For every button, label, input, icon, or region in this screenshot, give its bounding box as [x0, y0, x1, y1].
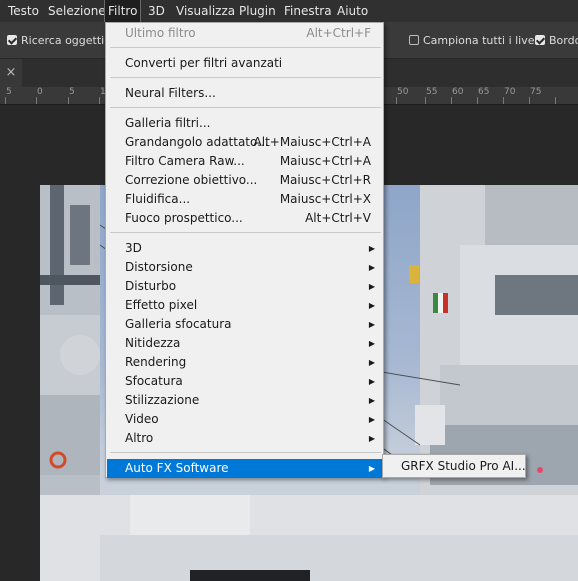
menu-item-noise[interactable]: Disturbo ▶ — [107, 277, 382, 296]
menu-aiuto[interactable]: Aiuto — [337, 0, 368, 22]
sample-objects-checkbox[interactable] — [7, 35, 17, 45]
ruler-tick: 65 — [478, 87, 490, 97]
menu-item-shortcut: Maiusc+Ctrl+X — [279, 192, 371, 206]
chevron-right-icon: ▶ — [368, 415, 375, 424]
sample-all-layers-label: Campiona tutti i livelli — [423, 34, 544, 47]
menu-item-blur[interactable]: Sfocatura ▶ — [107, 372, 382, 391]
submenu-item-grfx-studio[interactable]: GRFX Studio Pro AI... — [401, 455, 526, 477]
menu-item-camera-raw[interactable]: Filtro Camera Raw... Maiusc+Ctrl+A — [107, 152, 382, 171]
menu-item-label: Converti per filtri avanzati — [125, 56, 283, 70]
ruler-tick: 60 — [452, 87, 464, 97]
menu-item-convert-smart-filters[interactable]: Converti per filtri avanzati — [107, 54, 382, 73]
menu-item-last-filter[interactable]: Ultimo filtro Alt+Ctrl+F — [107, 24, 382, 43]
menu-item-label: Galleria filtri... — [125, 116, 211, 130]
menu-finestra[interactable]: Finestra — [284, 0, 332, 22]
menu-item-other[interactable]: Altro ▶ — [107, 429, 382, 448]
ruler-tick: 75 — [530, 87, 542, 97]
menu-item-blur-gallery[interactable]: Galleria sfocatura ▶ — [107, 315, 382, 334]
menu-item-lens-correction[interactable]: Correzione obiettivo... Maiusc+Ctrl+R — [107, 171, 382, 190]
menu-item-adaptive-wide-angle[interactable]: Grandangolo adattato... Alt+Maiusc+Ctrl+… — [107, 133, 382, 152]
ruler-tick: 55 — [426, 87, 438, 97]
menu-item-label: Disturbo — [125, 279, 177, 293]
filter-menu: Ultimo filtro Alt+Ctrl+F Converti per fi… — [105, 22, 384, 478]
menu-item-label: Correzione obiettivo... — [125, 173, 258, 187]
chevron-right-icon: ▶ — [368, 396, 375, 405]
chevron-right-icon: ▶ — [368, 434, 375, 443]
menu-item-label: Grandangolo adattato... — [125, 135, 269, 149]
menu-item-shortcut: Maiusc+Ctrl+R — [279, 173, 371, 187]
menu-item-shortcut: Alt+Ctrl+F — [306, 26, 371, 40]
menu-item-shortcut: Alt+Maiusc+Ctrl+A — [253, 135, 371, 149]
menu-filtro[interactable]: Filtro — [103, 0, 142, 23]
menu-item-sharpen[interactable]: Nitidezza ▶ — [107, 334, 382, 353]
menu-3d[interactable]: 3D — [148, 0, 165, 22]
chevron-right-icon: ▶ — [368, 339, 375, 348]
menu-item-shortcut: Maiusc+Ctrl+A — [279, 154, 371, 168]
border-label: Bordo — [549, 34, 578, 47]
menu-selezione[interactable]: Selezione — [48, 0, 106, 22]
chevron-right-icon: ▶ — [368, 358, 375, 367]
menu-item-3d[interactable]: 3D ▶ — [107, 239, 382, 258]
menu-item-shortcut: Alt+Ctrl+V — [305, 211, 371, 225]
menu-item-label: 3D — [125, 241, 142, 255]
chevron-right-icon: ▶ — [368, 464, 375, 473]
border-checkbox[interactable] — [535, 35, 545, 45]
sample-objects-label: Ricerca oggetti — [21, 34, 105, 47]
menu-item-distort[interactable]: Distorsione ▶ — [107, 258, 382, 277]
menu-item-filter-gallery[interactable]: Galleria filtri... — [107, 114, 382, 133]
menu-item-label: Effetto pixel — [125, 298, 198, 312]
menu-item-label: Auto FX Software — [125, 461, 229, 475]
menu-item-label: Stilizzazione — [125, 393, 200, 407]
sample-all-layers-checkbox[interactable] — [409, 35, 419, 45]
chevron-right-icon: ▶ — [368, 263, 375, 272]
menu-bar: Testo Selezione Filtro 3D Visualizza Plu… — [0, 0, 578, 23]
menu-item-label: Altro — [125, 431, 154, 445]
menu-item-liquify[interactable]: Fluidifica... Maiusc+Ctrl+X — [107, 190, 382, 209]
menu-item-label: Filtro Camera Raw... — [125, 154, 245, 168]
ruler-tick: 5 — [6, 87, 12, 97]
chevron-right-icon: ▶ — [368, 282, 375, 291]
menu-item-vanishing-point[interactable]: Fuoco prospettico... Alt+Ctrl+V — [107, 209, 382, 228]
chevron-right-icon: ▶ — [368, 320, 375, 329]
menu-item-label: Neural Filters... — [125, 86, 216, 100]
menu-testo[interactable]: Testo — [8, 0, 39, 22]
ruler-tick: 70 — [504, 87, 516, 97]
menu-item-label: Galleria sfocatura — [125, 317, 232, 331]
menu-item-label: Distorsione — [125, 260, 193, 274]
menu-item-label: Rendering — [125, 355, 187, 369]
ruler-tick: 50 — [397, 87, 409, 97]
chevron-right-icon: ▶ — [368, 244, 375, 253]
auto-fx-submenu: GRFX Studio Pro AI... — [382, 454, 526, 478]
menu-visualizza[interactable]: Visualizza — [176, 0, 235, 22]
menu-item-label: Fluidifica... — [125, 192, 191, 206]
menu-plugin[interactable]: Plugin — [239, 0, 276, 22]
chevron-right-icon: ▶ — [368, 377, 375, 386]
menu-item-label: Sfocatura — [125, 374, 183, 388]
menu-item-pixelate[interactable]: Effetto pixel ▶ — [107, 296, 382, 315]
close-icon[interactable]: × — [0, 59, 22, 87]
menu-item-label: Ultimo filtro — [125, 26, 196, 40]
menu-item-render[interactable]: Rendering ▶ — [107, 353, 382, 372]
chevron-right-icon: ▶ — [368, 301, 375, 310]
menu-item-label: Fuoco prospettico... — [125, 211, 243, 225]
menu-item-label: Video — [125, 412, 159, 426]
menu-item-video[interactable]: Video ▶ — [107, 410, 382, 429]
menu-item-label: Nitidezza — [125, 336, 181, 350]
menu-item-neural-filters[interactable]: Neural Filters... — [107, 84, 382, 103]
ruler-tick: 5 — [69, 87, 75, 97]
ruler-tick: 0 — [37, 87, 43, 97]
menu-item-stylize[interactable]: Stilizzazione ▶ — [107, 391, 382, 410]
menu-item-auto-fx-software[interactable]: Auto FX Software ▶ — [107, 459, 382, 478]
